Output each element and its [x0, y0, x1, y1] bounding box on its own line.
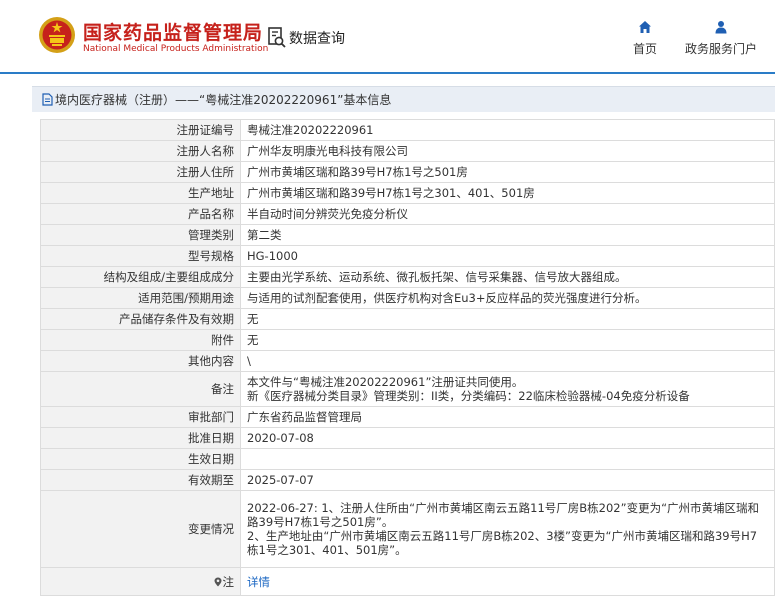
table-row: 管理类别 第二类 [40, 224, 775, 246]
field-value [240, 448, 775, 470]
table-row: 其他内容 \ [40, 350, 775, 372]
breadcrumb: 境内医疗器械（注册）——“粤械注准20202220961”基本信息 [32, 86, 775, 112]
field-value: 2020-07-08 [240, 427, 775, 449]
home-icon [639, 21, 651, 33]
table-row: 生效日期 [40, 448, 775, 470]
field-value: 无 [240, 308, 775, 330]
field-label: 产品名称 [40, 203, 241, 225]
table-row: 注 详情 [40, 567, 775, 596]
field-label: 批准日期 [40, 427, 241, 449]
field-value: 详情 [240, 567, 775, 596]
national-emblem-icon [39, 17, 75, 53]
field-label: 注册人住所 [40, 161, 241, 183]
field-label: 生效日期 [40, 448, 241, 470]
field-label: 附件 [40, 329, 241, 351]
field-value: \ [240, 350, 775, 372]
table-row: 产品名称 半自动时间分辨荧光免疫分析仪 [40, 203, 775, 225]
table-row: 型号规格 HG-1000 [40, 245, 775, 267]
table-row: 适用范围/预期用途 与适用的试剂配套使用，供医疗机构对含Eu3+反应样品的荧光强… [40, 287, 775, 309]
field-label: 适用范围/预期用途 [40, 287, 241, 309]
user-icon [715, 21, 727, 34]
field-label: 注册人名称 [40, 140, 241, 162]
field-label: 注册证编号 [40, 119, 241, 141]
table-row: 附件 无 [40, 329, 775, 351]
pin-icon [214, 577, 221, 586]
field-value: 广州华友明康光电科技有限公司 [240, 140, 775, 162]
field-value: 本文件与“粤械注准20202220961”注册证共同使用。 新《医疗器械分类目录… [240, 371, 775, 407]
field-label: 产品储存条件及有效期 [40, 308, 241, 330]
field-label: 审批部门 [40, 406, 241, 428]
table-row: 结构及组成/主要组成成分 主要由光学系统、运动系统、微孔板托架、信号采集器、信号… [40, 266, 775, 288]
table-row: 注册人住所 广州市黄埔区瑞和路39号H7栋1号之501房 [40, 161, 775, 183]
field-label: 备注 [40, 371, 241, 407]
note-label: 注 [222, 574, 235, 589]
field-label: 管理类别 [40, 224, 241, 246]
field-value: 与适用的试剂配套使用，供医疗机构对含Eu3+反应样品的荧光强度进行分析。 [240, 287, 775, 309]
table-row: 有效期至 2025-07-07 [40, 469, 775, 491]
table-row: 变更情况 2022-06-27: 1、注册人住所由“广州市黄埔区南云五路11号厂… [40, 490, 775, 568]
field-label: 有效期至 [40, 469, 241, 491]
field-value: 主要由光学系统、运动系统、微孔板托架、信号采集器、信号放大器组成。 [240, 266, 775, 288]
note-label-cell: 注 [40, 567, 241, 596]
document-icon [42, 93, 53, 106]
field-label: 生产地址 [40, 182, 241, 204]
field-value: 粤械注准20202220961 [240, 119, 775, 141]
header-divider [0, 72, 775, 74]
field-label: 其他内容 [40, 350, 241, 372]
field-value: 广州市黄埔区瑞和路39号H7栋1号之501房 [240, 161, 775, 183]
field-value: 半自动时间分辨荧光免疫分析仪 [240, 203, 775, 225]
field-label: 变更情况 [40, 490, 241, 568]
site-title[interactable]: 国家药品监督管理局 [83, 18, 263, 45]
change-line: 2、生产地址由“广州市黄埔区南云五路11号厂房B栋202、3楼”变更为“广州市黄… [247, 529, 758, 557]
table-row: 生产地址 广州市黄埔区瑞和路39号H7栋1号之301、401、501房 [40, 182, 775, 204]
site-header: 国家药品监督管理局 National Medical Products Admi… [0, 0, 775, 72]
remark-line: 新《医疗器械分类目录》管理类别：II类，分类编码：22临床检验器械-04免疫分析… [247, 389, 690, 403]
details-link[interactable]: 详情 [247, 575, 768, 589]
nav-service-portal[interactable]: 政务服务门户 [680, 20, 762, 62]
table-row: 批准日期 2020-07-08 [40, 427, 775, 449]
remark-line: 本文件与“粤械注准20202220961”注册证共同使用。 [247, 375, 524, 389]
table-row: 产品储存条件及有效期 无 [40, 308, 775, 330]
nav-home[interactable]: 首页 [628, 20, 662, 62]
data-query-label: 数据查询 [289, 31, 345, 47]
field-value: 无 [240, 329, 775, 351]
nav-home-label: 首页 [632, 42, 657, 56]
table-row: 审批部门 广东省药品监督管理局 [40, 406, 775, 428]
field-label: 结构及组成/主要组成成分 [40, 266, 241, 288]
field-label: 型号规格 [40, 245, 241, 267]
field-value: 广东省药品监督管理局 [240, 406, 775, 428]
field-value: 2025-07-07 [240, 469, 775, 491]
document-search-icon [268, 27, 286, 48]
table-row: 注册人名称 广州华友明康光电科技有限公司 [40, 140, 775, 162]
site-subtitle: National Medical Products Administration [83, 44, 269, 54]
device-info-table: 注册证编号 粤械注准20202220961 注册人名称 广州华友明康光电科技有限… [40, 119, 775, 596]
data-query-link[interactable]: 数据查询 [268, 26, 345, 50]
change-line: 2022-06-27: 1、注册人住所由“广州市黄埔区南云五路11号厂房B栋20… [247, 501, 760, 529]
nav-service-portal-label: 政务服务门户 [684, 42, 757, 56]
field-value: 第二类 [240, 224, 775, 246]
field-value: 2022-06-27: 1、注册人住所由“广州市黄埔区南云五路11号厂房B栋20… [240, 490, 775, 568]
table-row: 备注 本文件与“粤械注准20202220961”注册证共同使用。 新《医疗器械分… [40, 371, 775, 407]
table-row: 注册证编号 粤械注准20202220961 [40, 119, 775, 141]
field-value: 广州市黄埔区瑞和路39号H7栋1号之301、401、501房 [240, 182, 775, 204]
field-value: HG-1000 [240, 245, 775, 267]
breadcrumb-text: 境内医疗器械（注册）——“粤械注准20202220961”基本信息 [55, 93, 392, 107]
